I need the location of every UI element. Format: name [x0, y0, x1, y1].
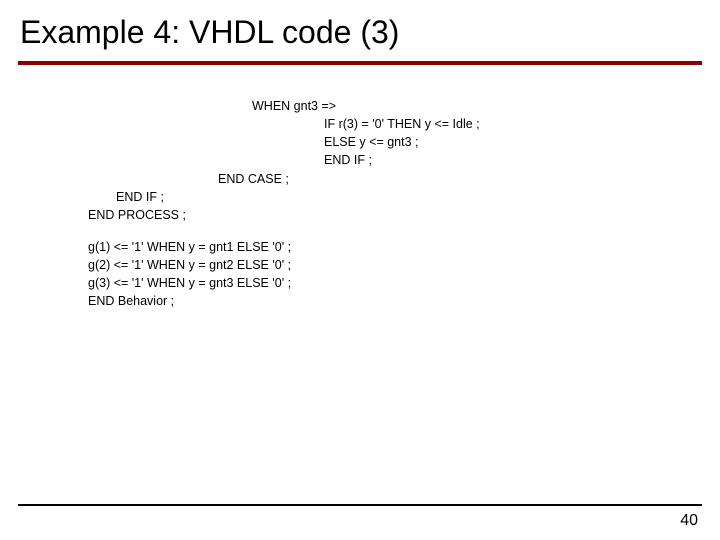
code-line: END CASE ;: [88, 170, 720, 188]
code-line: END Behavior ;: [88, 292, 720, 310]
code-line: END IF ;: [88, 151, 720, 169]
code-line: END PROCESS ;: [88, 206, 720, 224]
code-block: WHEN gnt3 => IF r(3) = '0' THEN y <= Idl…: [88, 97, 720, 310]
title-underline: [18, 61, 702, 65]
code-line: g(2) <= '1' WHEN y = gnt2 ELSE '0' ;: [88, 256, 720, 274]
page-number: 40: [680, 512, 698, 530]
code-line: g(1) <= '1' WHEN y = gnt1 ELSE '0' ;: [88, 238, 720, 256]
code-line: WHEN gnt3 =>: [88, 97, 720, 115]
code-line: IF r(3) = '0' THEN y <= Idle ;: [88, 115, 720, 133]
code-line: g(3) <= '1' WHEN y = gnt3 ELSE '0' ;: [88, 274, 720, 292]
code-line: END IF ;: [88, 188, 720, 206]
blank-line: [88, 224, 720, 238]
code-line: ELSE y <= gnt3 ;: [88, 133, 720, 151]
slide-title: Example 4: VHDL code (3): [0, 0, 720, 61]
footer-divider: [18, 504, 702, 506]
